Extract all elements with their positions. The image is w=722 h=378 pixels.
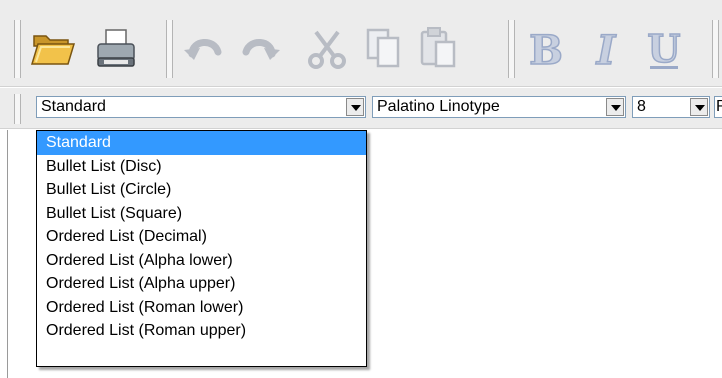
style-select[interactable]: Standard [36,96,366,118]
print-button[interactable] [92,24,140,72]
cut-button[interactable] [302,24,350,72]
copy-icon [366,28,400,68]
size-select[interactable]: 8 [632,96,710,118]
italic-icon: I [595,26,618,72]
format-toolbar-grip[interactable] [14,94,21,124]
dropdown-option-ordered-roman-lower[interactable]: Ordered List (Roman lower) [37,296,366,320]
chevron-down-icon[interactable] [606,98,624,116]
toolbar-separator [508,20,515,78]
open-button[interactable] [28,24,76,72]
redo-icon [242,39,280,60]
print-icon [97,29,135,67]
format-toolbar: Standard Palatino Linotype 8 R [0,88,722,129]
redo-button[interactable] [236,24,284,72]
bold-icon: B [528,26,563,72]
size-select-value: 8 [637,98,646,115]
paste-icon [420,27,456,68]
toolbar-separator [166,20,173,78]
dropdown-option-standard[interactable]: Standard [37,131,366,155]
editor-border [7,130,8,378]
font-select-value: Palatino Linotype [377,98,500,115]
chevron-down-icon[interactable] [690,98,708,116]
svg-text:I: I [596,27,617,72]
extra-select-value: R [716,98,722,116]
dropdown-option-ordered-alpha-lower[interactable]: Ordered List (Alpha lower) [37,249,366,273]
bold-button[interactable]: B [522,24,570,72]
dropdown-option-ordered-roman-upper[interactable]: Ordered List (Roman upper) [37,319,366,343]
toolbar-separator [712,20,719,78]
underline-icon: U [647,25,682,72]
copy-button[interactable] [358,24,406,72]
italic-button[interactable]: I [582,24,630,72]
toolbar-grip[interactable] [14,20,21,78]
font-select[interactable]: Palatino Linotype [372,96,626,118]
dropdown-option-ordered-decimal[interactable]: Ordered List (Decimal) [37,225,366,249]
underline-button[interactable]: U [640,24,688,72]
undo-button[interactable] [180,24,228,72]
chevron-down-icon[interactable] [346,98,364,116]
dropdown-option-bullet-disc[interactable]: Bullet List (Disc) [37,155,366,179]
style-select-value: Standard [41,98,106,115]
dropdown-option-bullet-square[interactable]: Bullet List (Square) [37,202,366,226]
style-dropdown-list[interactable]: Standard Bullet List (Disc) Bullet List … [36,130,367,367]
dropdown-option-bullet-circle[interactable]: Bullet List (Circle) [37,178,366,202]
undo-icon [184,39,222,60]
svg-text:B: B [529,27,563,72]
main-toolbar: B I U [0,0,722,87]
cut-icon [308,30,346,69]
extra-select[interactable]: R [714,96,722,118]
open-folder-icon [30,35,76,65]
dropdown-option-ordered-alpha-upper[interactable]: Ordered List (Alpha upper) [37,272,366,296]
svg-text:U: U [647,26,680,71]
paste-button[interactable] [414,24,462,72]
